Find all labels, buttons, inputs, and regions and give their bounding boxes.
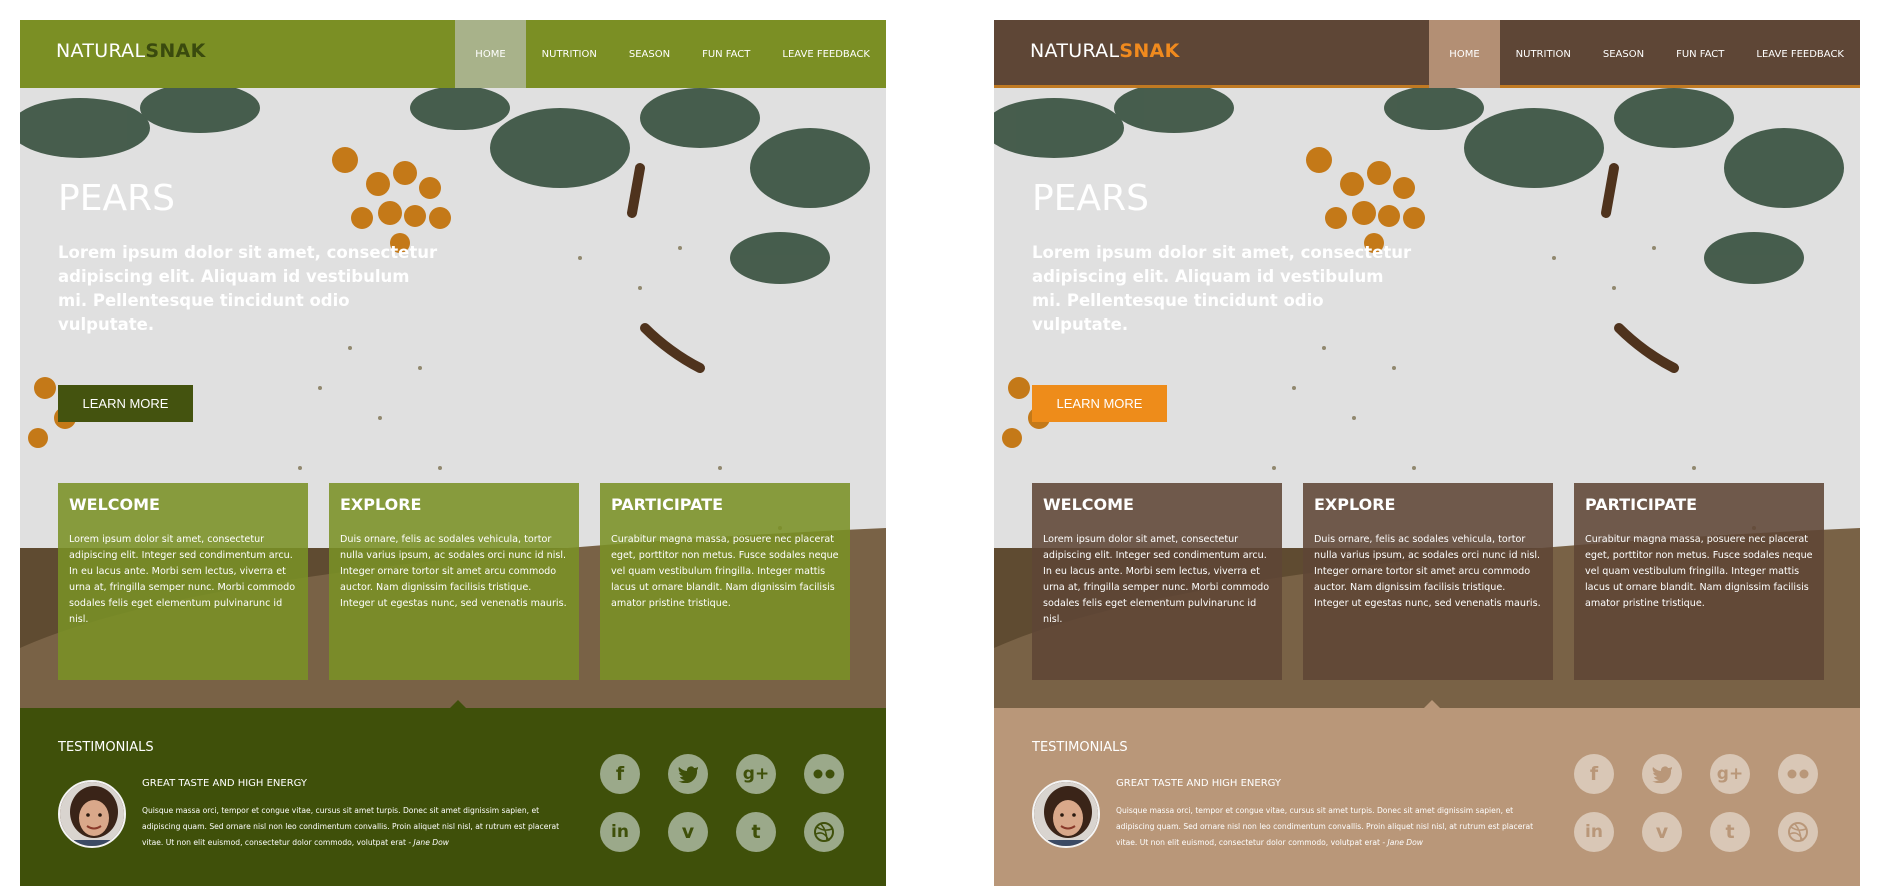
card-text: Lorem ipsum dolor sit amet, consectetur … — [1043, 534, 1270, 625]
learn-more-button[interactable]: LEARN MORE — [58, 385, 193, 422]
nav-home[interactable]: HOME — [1429, 20, 1500, 88]
card-text: Curabitur magna massa, posuere nec place… — [611, 534, 839, 609]
testimonials-section: TESTIMONIALS GREAT TASTE AND HIGH ENERGY… — [20, 700, 886, 886]
hero-section: PEARS Lorem ipsum dolor sit amet, consec… — [20, 88, 886, 708]
mockup-brown: NATURALSNAK HOME NUTRITION SEASON FUN FA… — [994, 20, 1860, 886]
testimonial-quote: Quisque massa orci, tempor et congue vit… — [1116, 806, 1534, 847]
twitter-icon[interactable] — [668, 754, 708, 794]
testimonial-heading: GREAT TASTE AND HIGH ENERGY — [1116, 778, 1282, 789]
nav-home[interactable]: HOME — [455, 20, 526, 88]
participate-card: PARTICIPATE Curabitur magna massa, posue… — [1574, 483, 1824, 680]
twitter-icon[interactable] — [1642, 754, 1682, 794]
nav-leave-feedback[interactable]: LEAVE FEEDBACK — [766, 20, 886, 88]
site-logo[interactable]: NATURALSNAK — [56, 40, 206, 62]
explore-card: EXPLORE Duis ornare, felis ac sodales ve… — [329, 483, 579, 680]
facebook-icon[interactable]: f — [600, 754, 640, 794]
hero-title: PEARS — [1032, 178, 1149, 219]
mockup-green: NATURALSNAK HOME NUTRITION SEASON FUN FA… — [20, 20, 886, 886]
social-links: f g+ in v t — [600, 754, 862, 874]
nav-fun-fact[interactable]: FUN FACT — [686, 20, 766, 88]
flickr-icon[interactable] — [1778, 754, 1818, 794]
testimonials-title: TESTIMONIALS — [1032, 740, 1128, 755]
testimonial-heading: GREAT TASTE AND HIGH ENERGY — [142, 778, 308, 789]
linkedin-icon[interactable]: in — [600, 812, 640, 852]
nav-leave-feedback[interactable]: LEAVE FEEDBACK — [1740, 20, 1860, 88]
welcome-card: WELCOME Lorem ipsum dolor sit amet, cons… — [58, 483, 308, 680]
hero-section: PEARS Lorem ipsum dolor sit amet, consec… — [994, 88, 1860, 708]
nav-fun-fact[interactable]: FUN FACT — [1660, 20, 1740, 88]
tumblr-icon[interactable]: t — [1710, 812, 1750, 852]
avatar — [58, 780, 126, 848]
participate-card: PARTICIPATE Curabitur magna massa, posue… — [600, 483, 850, 680]
flickr-icon[interactable] — [804, 754, 844, 794]
main-menu: HOME NUTRITION SEASON FUN FACT LEAVE FEE… — [1429, 20, 1860, 88]
nav-nutrition[interactable]: NUTRITION — [526, 20, 613, 88]
main-menu: HOME NUTRITION SEASON FUN FACT LEAVE FEE… — [455, 20, 886, 88]
testimonials-title: TESTIMONIALS — [58, 740, 154, 755]
card-title: WELCOME — [69, 495, 160, 514]
top-nav-bar: NATURALSNAK HOME NUTRITION SEASON FUN FA… — [994, 20, 1860, 88]
card-title: EXPLORE — [340, 495, 422, 514]
tumblr-icon[interactable]: t — [736, 812, 776, 852]
section-pointer — [1424, 700, 1440, 708]
site-logo[interactable]: NATURALSNAK — [1030, 40, 1180, 62]
dribbble-icon[interactable] — [1778, 812, 1818, 852]
card-title: PARTICIPATE — [1585, 495, 1698, 514]
dribbble-icon[interactable] — [804, 812, 844, 852]
testimonial-quote: Quisque massa orci, tempor et congue vit… — [142, 806, 560, 847]
section-pointer — [450, 700, 466, 708]
card-text: Curabitur magna massa, posuere nec place… — [1585, 534, 1813, 609]
card-title: PARTICIPATE — [611, 495, 724, 514]
card-text: Lorem ipsum dolor sit amet, consectetur … — [69, 534, 296, 625]
facebook-icon[interactable]: f — [1574, 754, 1614, 794]
linkedin-icon[interactable]: in — [1574, 812, 1614, 852]
nav-nutrition[interactable]: NUTRITION — [1500, 20, 1587, 88]
google-plus-icon[interactable]: g+ — [1710, 754, 1750, 794]
welcome-card: WELCOME Lorem ipsum dolor sit amet, cons… — [1032, 483, 1282, 680]
testimonials-section: TESTIMONIALS GREAT TASTE AND HIGH ENERGY… — [994, 700, 1860, 886]
vimeo-icon[interactable]: v — [668, 812, 708, 852]
vimeo-icon[interactable]: v — [1642, 812, 1682, 852]
explore-card: EXPLORE Duis ornare, felis ac sodales ve… — [1303, 483, 1553, 680]
nav-season[interactable]: SEASON — [613, 20, 686, 88]
hero-description: Lorem ipsum dolor sit amet, consectetur … — [1032, 243, 1412, 334]
avatar — [1032, 780, 1100, 848]
google-plus-icon[interactable]: g+ — [736, 754, 776, 794]
nav-season[interactable]: SEASON — [1587, 20, 1660, 88]
card-title: WELCOME — [1043, 495, 1134, 514]
card-text: Duis ornare, felis ac sodales vehicula, … — [340, 534, 567, 609]
hero-description: Lorem ipsum dolor sit amet, consectetur … — [58, 243, 438, 334]
hero-title: PEARS — [58, 178, 175, 219]
card-title: EXPLORE — [1314, 495, 1396, 514]
social-links: f g+ in v t — [1574, 754, 1836, 874]
top-nav-bar: NATURALSNAK HOME NUTRITION SEASON FUN FA… — [20, 20, 886, 88]
learn-more-button[interactable]: LEARN MORE — [1032, 385, 1167, 422]
card-text: Duis ornare, felis ac sodales vehicula, … — [1314, 534, 1541, 609]
